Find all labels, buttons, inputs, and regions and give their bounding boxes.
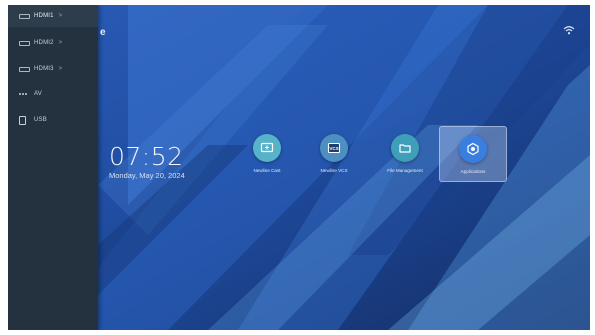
hdmi-port-icon	[19, 40, 31, 46]
app-label: File Management	[387, 168, 423, 173]
app-label: Newline VCS	[320, 168, 348, 173]
app-label: Newline Cast	[253, 168, 281, 173]
input-source-sidebar: HDMI1 > HDMI2 > HDMI3 > AV USB	[8, 5, 98, 330]
sidebar-item-label: HDMI3	[34, 66, 54, 72]
partially-hidden-text: e	[100, 27, 106, 38]
app-applications[interactable]: Applications	[439, 126, 507, 182]
hdmi-port-icon	[19, 66, 31, 72]
sidebar-item-hdmi3[interactable]: HDMI3 >	[8, 58, 98, 80]
chevron-right-icon: >	[58, 40, 63, 46]
sidebar-item-label: AV	[34, 91, 42, 97]
app-label: Applications	[460, 169, 486, 174]
app-newline-cast[interactable]: Newline Cast	[234, 126, 300, 180]
av-icon	[19, 93, 31, 95]
sidebar-item-hdmi1[interactable]: HDMI1 >	[8, 5, 98, 27]
sidebar-item-label: USB	[34, 117, 47, 123]
app-newline-vcs[interactable]: VCS Newline VCS	[301, 126, 367, 180]
sidebar-item-label: HDMI2	[34, 40, 54, 46]
sidebar-item-hdmi2[interactable]: HDMI2 >	[8, 32, 98, 54]
sidebar-item-usb[interactable]: USB	[8, 109, 98, 131]
tv-home-screen: HDMI1 > HDMI2 > HDMI3 > AV USB e 07:52 M…	[8, 5, 590, 330]
apps-icon	[459, 135, 487, 163]
chevron-right-icon: >	[58, 66, 63, 72]
clock-time: 07:52	[109, 142, 184, 171]
sidebar-item-label: HDMI1	[34, 13, 54, 19]
clock-date: Monday, May 20, 2024	[109, 171, 185, 180]
folder-icon	[391, 134, 419, 162]
cast-icon	[253, 134, 281, 162]
svg-text:VCS: VCS	[329, 146, 338, 151]
chevron-right-icon: >	[58, 13, 63, 19]
sidebar-item-av[interactable]: AV	[8, 83, 98, 105]
vcs-icon: VCS	[320, 134, 348, 162]
usb-icon	[19, 115, 31, 125]
hdmi-port-icon	[19, 13, 31, 19]
wifi-icon	[563, 26, 575, 35]
app-file-management[interactable]: File Management	[372, 126, 438, 180]
